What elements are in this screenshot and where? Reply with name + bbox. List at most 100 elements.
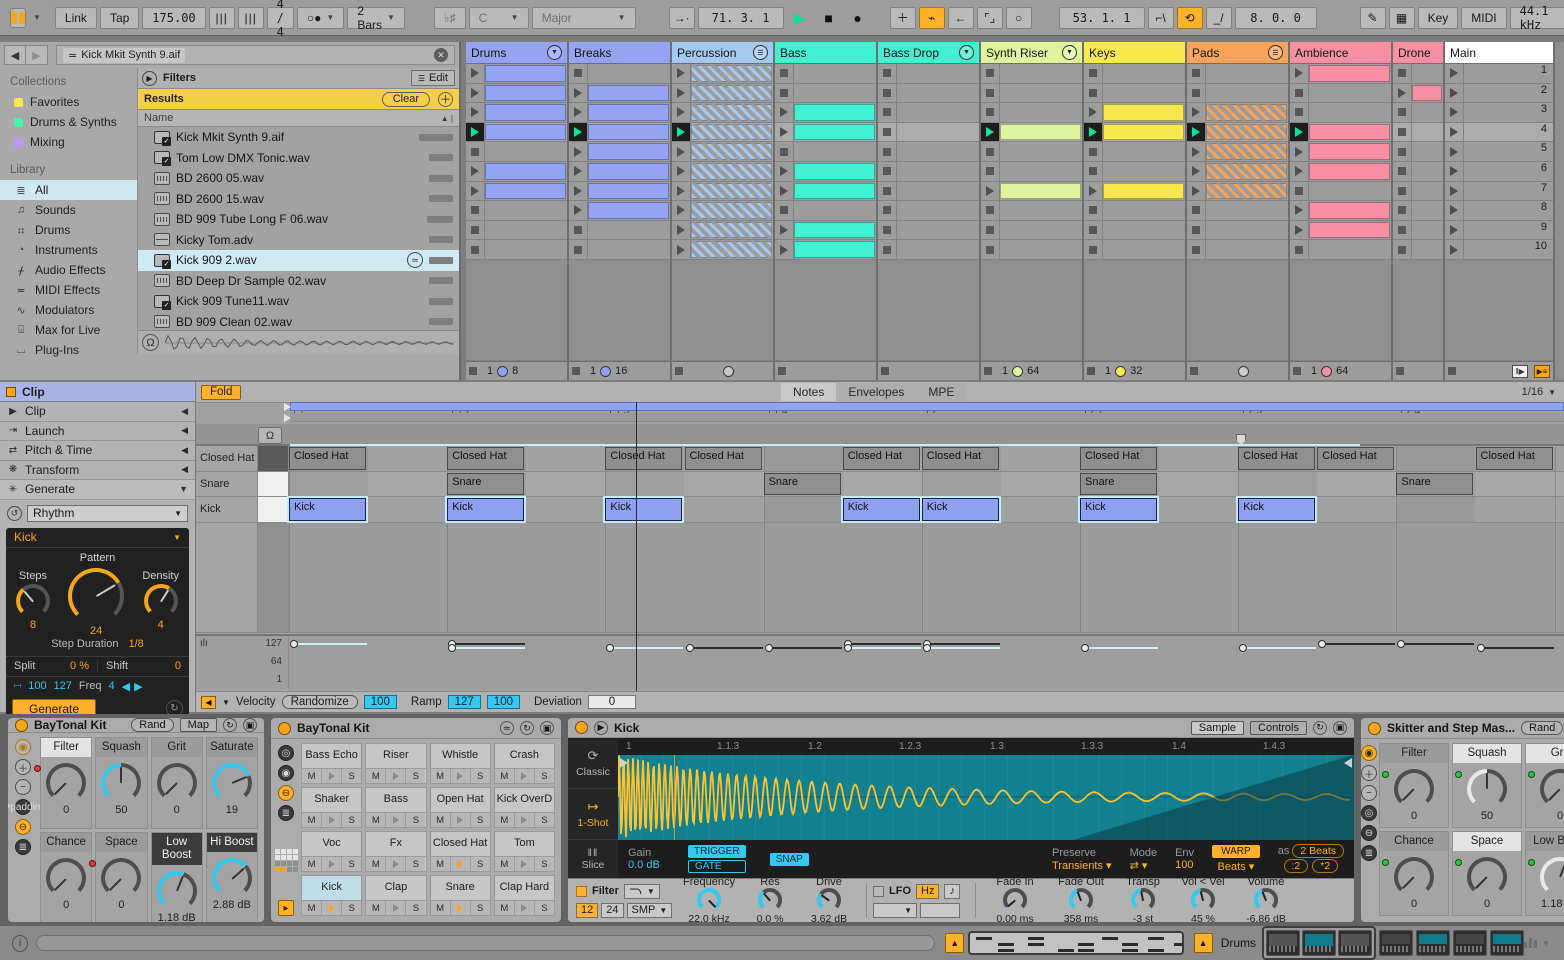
velocity-marker[interactable]: [1476, 644, 1485, 653]
scene-slot-9[interactable]: 9: [1445, 220, 1553, 241]
clip-slot[interactable]: [466, 122, 567, 143]
show-macros-icon[interactable]: ⊖: [15, 819, 31, 835]
metronome-button[interactable]: ○● ▼: [296, 6, 345, 29]
clip-overview-minimap[interactable]: [968, 931, 1184, 955]
clip-launch-button[interactable]: [569, 181, 588, 201]
clip-launch-button[interactable]: [1393, 220, 1412, 240]
steps-knob[interactable]: 8: [16, 583, 50, 631]
clip-slot[interactable]: [1393, 240, 1443, 260]
pad-solo-button[interactable]: S: [534, 901, 554, 915]
macro-value[interactable]: 1.18 dB: [1541, 898, 1564, 910]
clip-slot[interactable]: [672, 181, 773, 202]
info-icon[interactable]: i: [12, 934, 29, 952]
clip-slot[interactable]: [1290, 201, 1391, 221]
scene-slot-10[interactable]: 10: [1445, 240, 1553, 260]
clip-launch-button[interactable]: [775, 142, 794, 161]
velocity-marker[interactable]: [606, 644, 615, 653]
clip-stop-all-icon[interactable]: [984, 367, 992, 375]
clip-launch-button[interactable]: [1084, 122, 1103, 142]
fade-out-value[interactable]: 358 ms: [1064, 913, 1098, 922]
lfo-rate-box[interactable]: [920, 902, 960, 918]
clip-launch-button[interactable]: [1084, 201, 1103, 220]
stop-all-clips-button[interactable]: ‖▶: [1512, 364, 1528, 378]
preserve-value[interactable]: Transients ▾: [1052, 859, 1112, 872]
pad-solo-button[interactable]: S: [406, 901, 426, 915]
clip-slot[interactable]: [878, 64, 979, 84]
clip-slot[interactable]: [466, 142, 567, 162]
sidebar-item-drums[interactable]: ⠶ Drums: [0, 220, 137, 240]
drum-pad-tom[interactable]: Tom M S: [493, 831, 555, 872]
clip-slot[interactable]: [878, 161, 979, 182]
clip-launch-button[interactable]: [1187, 201, 1206, 220]
start-marker-lane[interactable]: [290, 413, 1564, 422]
clip-launch-button[interactable]: [569, 240, 588, 259]
macro-value[interactable]: 2.88 dB: [213, 899, 251, 911]
nudge-down-button[interactable]: |||: [208, 6, 235, 29]
clip-slot[interactable]: [569, 161, 670, 182]
clip-stop-all-icon[interactable]: [1396, 367, 1404, 375]
sidebar-item-all[interactable]: ≣ All: [0, 180, 137, 200]
clip-launch-button[interactable]: [1290, 220, 1309, 240]
clip-slot[interactable]: [1084, 201, 1185, 221]
midi-map-button[interactable]: MIDI: [1461, 6, 1507, 29]
macro-value[interactable]: 19: [226, 804, 238, 816]
stop-button[interactable]: ■: [815, 6, 842, 29]
collapse-arrow-icon[interactable]: ◀: [181, 425, 188, 436]
clip-slot[interactable]: [1084, 161, 1185, 182]
clip-slot[interactable]: [981, 220, 1082, 241]
device-title[interactable]: BayTonal Kit: [297, 721, 369, 735]
track-header[interactable]: Synth Riser ▼: [981, 42, 1082, 64]
device-thumbnail[interactable]: [1338, 930, 1373, 956]
frequency-knob[interactable]: [697, 888, 721, 912]
remove-macro-icon[interactable]: −: [1361, 785, 1377, 801]
clip-stop-all-icon[interactable]: [572, 367, 580, 375]
scene-slot-6[interactable]: 6: [1445, 161, 1553, 182]
vol-vel-knob[interactable]: [1191, 888, 1215, 912]
save-icon[interactable]: ▣: [540, 721, 554, 735]
macro-knob[interactable]: [156, 870, 197, 911]
computer-midi-keyboard-button[interactable]: ▦: [1388, 6, 1415, 29]
clip-launch-button[interactable]: [981, 64, 1000, 83]
clip-slot[interactable]: [1187, 64, 1288, 84]
nudge-up-button[interactable]: |||: [237, 6, 264, 29]
key-map-button[interactable]: Key: [1417, 6, 1459, 29]
volume-value[interactable]: -6.86 dB: [1246, 913, 1286, 922]
browser-forward-button[interactable]: ▶: [26, 45, 48, 65]
device-chain-thumbnails[interactable]: [1262, 926, 1525, 960]
velocity-marker[interactable]: [764, 644, 773, 653]
map-button[interactable]: Map: [179, 718, 217, 732]
clip-launch-button[interactable]: [1187, 181, 1206, 201]
pad-play-button[interactable]: [322, 857, 343, 871]
sidebar-item-plug-ins[interactable]: ⌴ Plug-Ins: [0, 340, 137, 360]
track-footer[interactable]: 1 64: [981, 361, 1082, 380]
clip-launch-button[interactable]: [878, 220, 897, 240]
variation-icon[interactable]: ↻: [223, 718, 237, 732]
macro-value[interactable]: 50: [115, 804, 127, 816]
clip-launch-button[interactable]: [672, 181, 691, 201]
ableton-logo[interactable]: [10, 7, 26, 28]
freq-left-arrow[interactable]: ◀: [122, 680, 130, 693]
drive-knob[interactable]: [817, 888, 841, 912]
track-footer[interactable]: [672, 361, 773, 380]
macro-knob[interactable]: [211, 857, 252, 898]
scrub-area[interactable]: Ω: [196, 424, 1564, 446]
clip-launch-button[interactable]: [1084, 220, 1103, 240]
scene-slot-1[interactable]: 1: [1445, 64, 1553, 84]
sample-waveform[interactable]: 1 1.1.3 1.2 1.2.3 1.3 1.3.3 1.4 1.4.3: [618, 738, 1354, 840]
macro-value[interactable]: 0: [1557, 810, 1563, 822]
macro-knob[interactable]: [1394, 856, 1434, 897]
drum-pad-clap[interactable]: Clap M S: [365, 875, 427, 916]
loop-mode-value[interactable]: ⇄ ▾: [1130, 859, 1158, 872]
device-on-led[interactable]: [1368, 721, 1381, 735]
device-thumbnail[interactable]: [1266, 930, 1301, 956]
clip-panel-title[interactable]: Clip: [0, 382, 195, 402]
show-chains-icon[interactable]: �padding: [8, 799, 46, 815]
pad-mute-button[interactable]: M: [302, 813, 323, 827]
clip-slot[interactable]: [569, 181, 670, 202]
clip-launch-button[interactable]: [466, 122, 485, 142]
clip-slot[interactable]: [466, 83, 567, 104]
clip-slot[interactable]: [569, 64, 670, 84]
device-thumbnail[interactable]: [1302, 930, 1337, 956]
drive-value[interactable]: 3.62 dB: [811, 913, 847, 922]
clip-stop-all-icon[interactable]: [778, 367, 786, 375]
